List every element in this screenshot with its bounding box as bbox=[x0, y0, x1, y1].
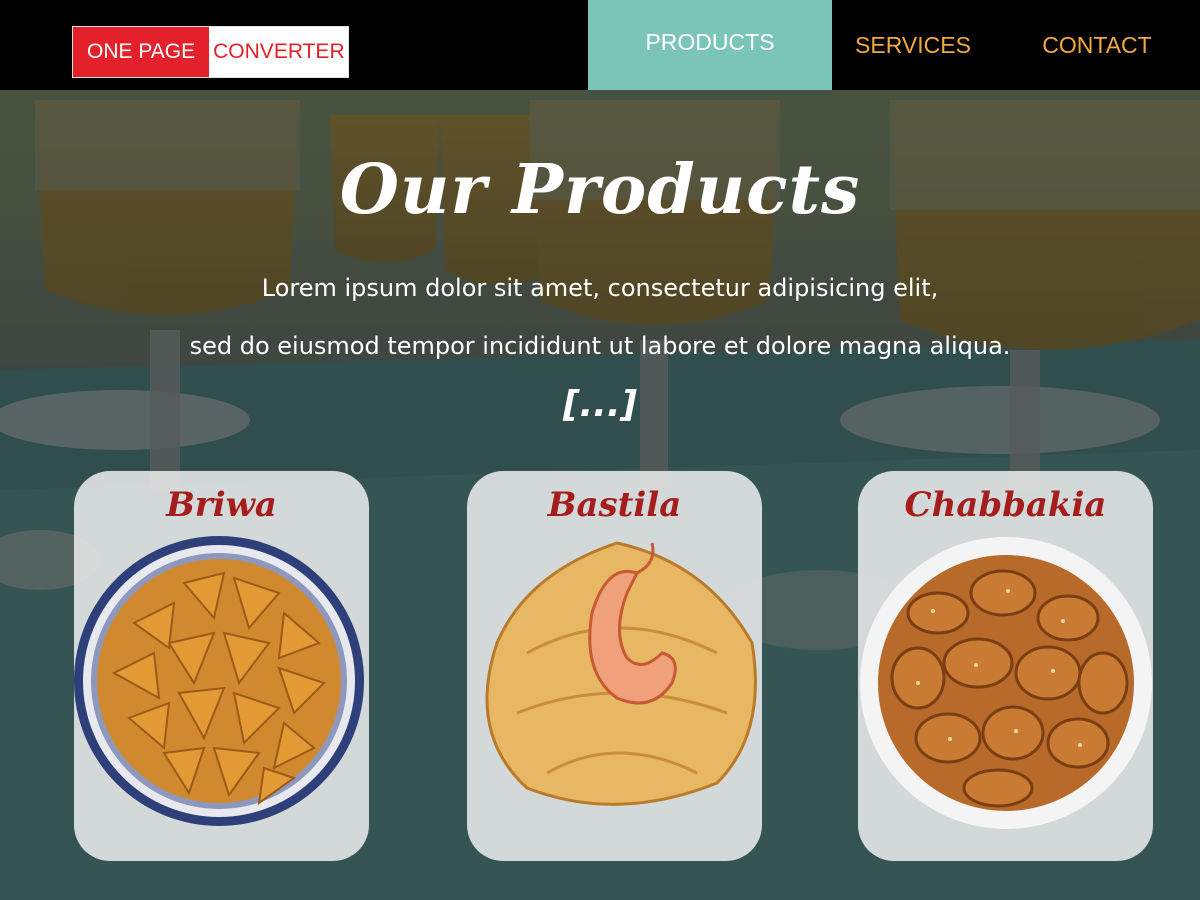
briwa-pastry-image bbox=[74, 536, 364, 826]
site-logo[interactable]: ONE PAGE CONVERTER bbox=[72, 26, 349, 78]
product-title: Bastila bbox=[547, 485, 682, 525]
product-card-bastila[interactable]: Bastila bbox=[467, 471, 762, 861]
bastila-pastry-image bbox=[485, 541, 757, 806]
chabbakia-pastry-image bbox=[860, 537, 1152, 829]
read-more-ellipsis[interactable]: [...] bbox=[0, 384, 1200, 425]
site-header: ONE PAGE CONVERTER PRODUCTS SERVICES CON… bbox=[0, 0, 1200, 90]
product-card-briwa[interactable]: Briwa bbox=[74, 471, 369, 861]
product-title: Chabbakia bbox=[904, 485, 1107, 525]
product-card-chabbakia[interactable]: Chabbakia bbox=[858, 471, 1153, 861]
nav-products[interactable]: PRODUCTS bbox=[588, 0, 832, 90]
intro-text-line-1: Lorem ipsum dolor sit amet, consectetur … bbox=[261, 274, 939, 302]
logo-text-one-page: ONE PAGE bbox=[73, 27, 210, 77]
page-title: Our Products bbox=[339, 150, 861, 230]
nav-services[interactable]: SERVICES bbox=[832, 0, 994, 90]
nav-contact[interactable]: CONTACT bbox=[994, 0, 1200, 90]
product-title: Briwa bbox=[166, 485, 277, 525]
logo-text-converter: CONVERTER bbox=[209, 27, 348, 77]
main-nav: PRODUCTS SERVICES CONTACT bbox=[588, 0, 1200, 90]
intro-text-line-2: sed do eiusmod tempor incididunt ut labo… bbox=[189, 332, 1011, 360]
